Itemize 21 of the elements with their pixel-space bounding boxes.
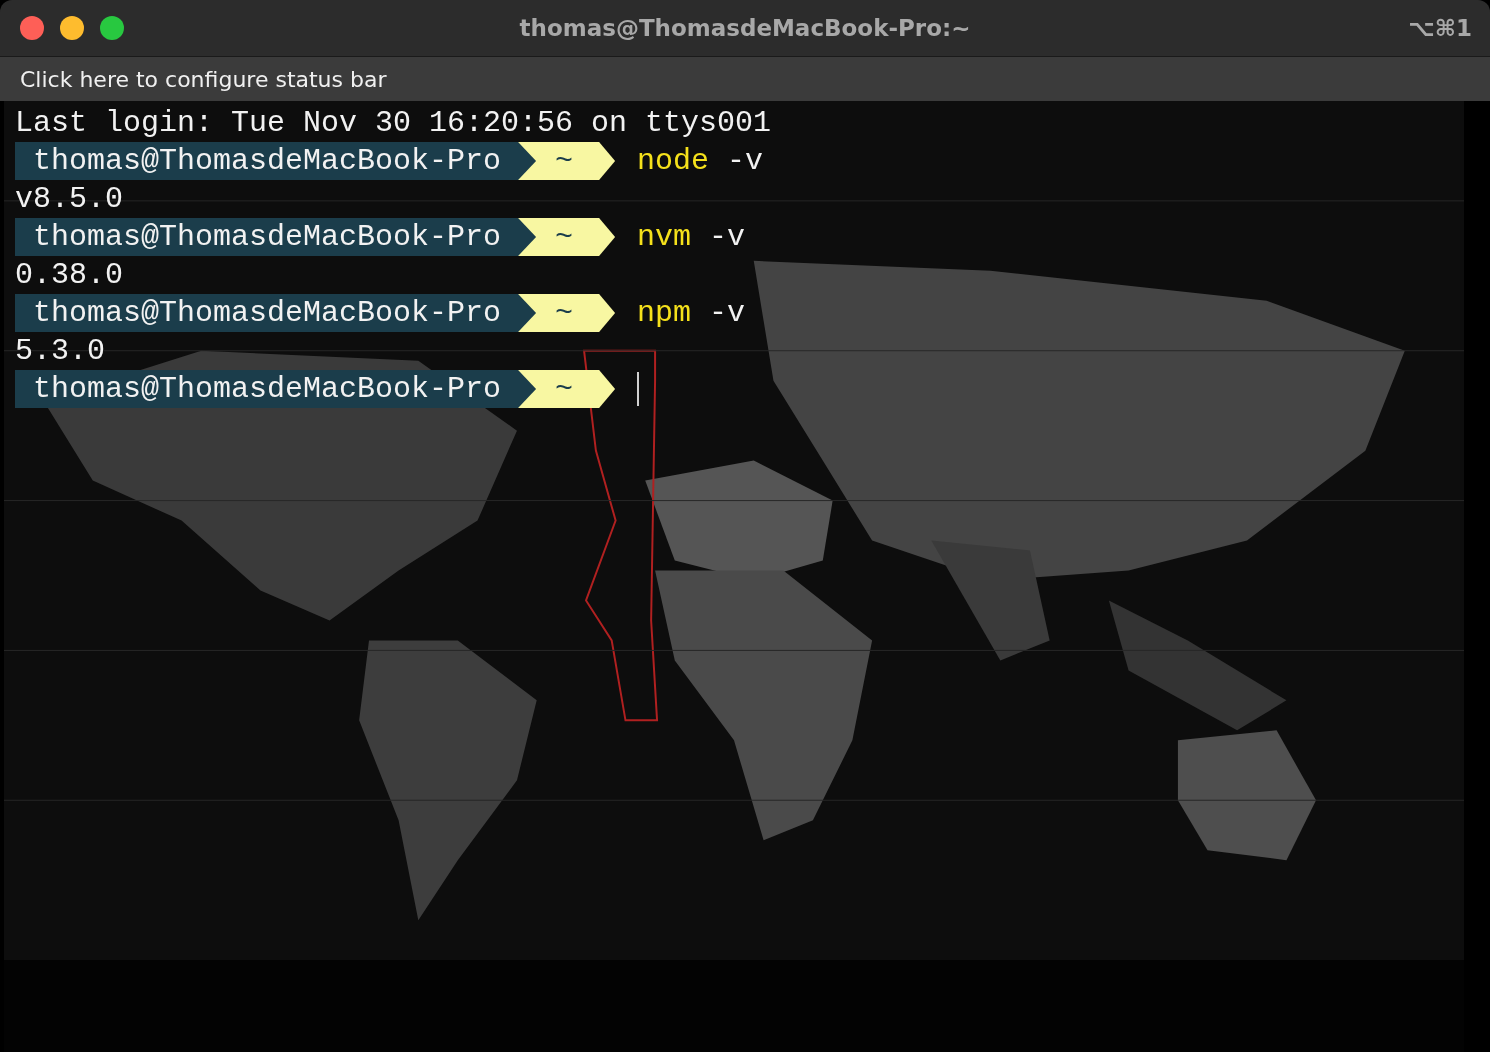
command-text: node [637, 144, 710, 178]
zoom-button[interactable] [100, 16, 124, 40]
prompt-host-segment: thomas@ThomasdeMacBook-Pro [15, 218, 537, 256]
close-button[interactable] [20, 16, 44, 40]
command-argument: -v [709, 220, 746, 254]
prompt-host-segment: thomas@ThomasdeMacBook-Pro [15, 370, 537, 408]
shortcut-label: ⌥⌘1 [1408, 15, 1472, 41]
output-text: 5.3.0 [15, 334, 105, 368]
output-text: v8.5.0 [15, 182, 124, 216]
command-text: npm [637, 296, 692, 330]
output-text: 0.38.0 [15, 258, 124, 292]
status-bar[interactable]: Click here to configure status bar [0, 56, 1490, 101]
command-text: nvm [637, 220, 692, 254]
window-title: thomas@ThomasdeMacBook-Pro:~ [519, 15, 971, 41]
output-text: Last login: Tue Nov 30 16:20:56 on ttys001 [15, 106, 772, 140]
minimize-button[interactable] [60, 16, 84, 40]
command-argument: -v [727, 144, 764, 178]
prompt-host-segment: thomas@ThomasdeMacBook-Pro [15, 142, 537, 180]
status-bar-text[interactable]: Click here to configure status bar [20, 66, 387, 92]
command-argument: -v [709, 296, 746, 330]
prompt-host-segment: thomas@ThomasdeMacBook-Pro [15, 294, 537, 332]
